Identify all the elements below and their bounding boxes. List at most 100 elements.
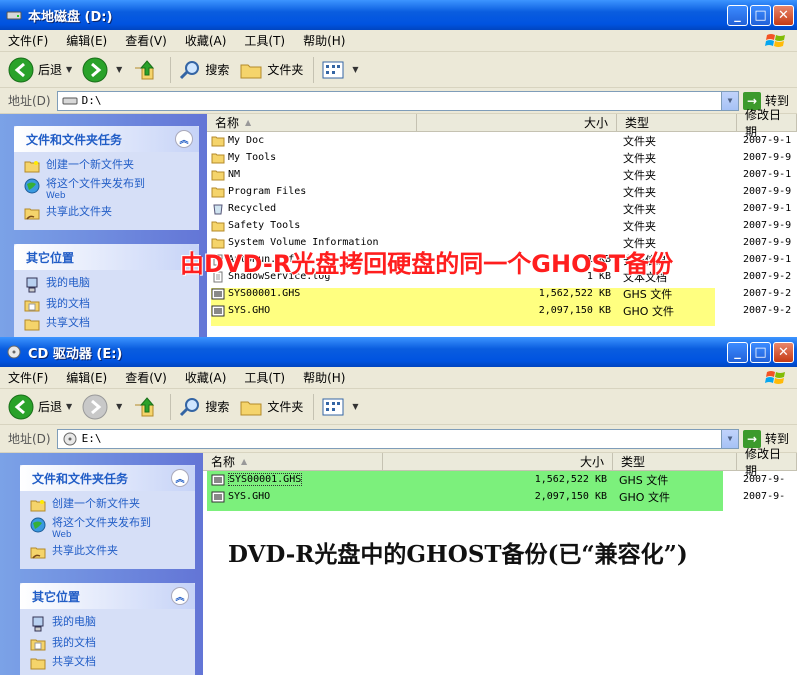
computer-icon	[32, 616, 44, 632]
column-date[interactable]: 修改日期	[737, 447, 797, 478]
column-date[interactable]: 修改日期	[737, 108, 797, 139]
forward-button[interactable]: ▼	[82, 57, 122, 83]
menu-tools[interactable]: 工具(T)	[244, 32, 285, 49]
address-dropdown-button[interactable]: ▼	[720, 91, 738, 110]
views-button[interactable]: ▼	[322, 60, 359, 80]
close-button[interactable]: ✕	[773, 341, 794, 363]
menu-help[interactable]: 帮助(H)	[303, 32, 345, 49]
place-my-documents[interactable]: 我的文档	[24, 297, 191, 312]
file-tasks-panel: 文件和文件夹任务 ︽ 创建一个新文件夹 将这个文件夹发布到 Web 共享此文件夹	[20, 465, 195, 569]
menu-file[interactable]: 文件(F)	[8, 369, 48, 386]
up-button[interactable]	[132, 395, 160, 419]
place-my-documents[interactable]: 我的文档	[30, 636, 187, 651]
file-row[interactable]: SYS.GHO 2,097,150 KB GHO 文件 2007-9-	[203, 488, 797, 505]
menu-edit[interactable]: 编辑(E)	[66, 369, 107, 386]
shared-folder-icon	[24, 208, 40, 220]
views-button[interactable]: ▼	[322, 397, 359, 417]
task-pane: 文件和文件夹任务 ︽ 创建一个新文件夹 将这个文件夹发布到Web 共享此文件夹	[0, 453, 203, 675]
content-area: 文件和文件夹任务 ︽ 创建一个新文件夹 将这个文件夹发布到Web 共享此文件夹	[0, 108, 797, 340]
other-places-header[interactable]: 其它位置	[14, 244, 199, 270]
task-label: 创建一个新文件夹	[52, 497, 140, 510]
search-icon	[180, 397, 200, 416]
other-places-header[interactable]: 其它位置 ︽	[20, 583, 195, 609]
shared-folder-icon	[30, 547, 46, 559]
address-value: D:\	[81, 94, 102, 107]
place-label: 我的电脑	[52, 615, 96, 628]
column-type-label: 类型	[621, 455, 646, 469]
window-title: 本地磁盘 (D:)	[28, 9, 113, 25]
address-input[interactable]: D:\ ▼	[56, 90, 739, 111]
file-type: 文件夹	[623, 219, 656, 233]
up-button[interactable]	[132, 58, 160, 82]
place-shared-documents[interactable]: 共享文档	[24, 316, 191, 331]
menu-view[interactable]: 查看(V)	[125, 32, 167, 49]
task-share-folder[interactable]: 共享此文件夹	[24, 205, 191, 220]
folder-icon	[24, 161, 40, 173]
file-row[interactable]: SYS.GHO 2,097,150 KB GHO 文件 2007-9-2	[207, 302, 797, 319]
task-publish-web[interactable]: 将这个文件夹发布到 Web	[30, 516, 187, 540]
file-type: 文件夹	[623, 202, 656, 216]
column-type[interactable]: 类型	[613, 453, 737, 470]
column-header: 名称 ▲ 大小 类型 修改日期	[203, 447, 797, 478]
back-button[interactable]: 后退 ▼	[8, 394, 72, 420]
menu-tools[interactable]: 工具(T)	[244, 369, 285, 386]
file-row[interactable]: Recycled 文件夹 2007-9-1	[207, 200, 797, 217]
file-row[interactable]: My Tools 文件夹 2007-9-9	[207, 149, 797, 166]
ghost-file-icon	[211, 288, 225, 299]
maximize-button[interactable]: □	[750, 341, 771, 363]
folders-icon	[240, 64, 262, 78]
address-input[interactable]: E:\ ▼	[56, 428, 739, 449]
menu-edit[interactable]: 编辑(E)	[66, 32, 107, 49]
file-row[interactable]: Program Files 文件夹 2007-9-9	[207, 183, 797, 200]
column-type[interactable]: 类型	[617, 114, 737, 131]
search-button[interactable]: 搜索	[179, 59, 229, 81]
maximize-button[interactable]: □	[750, 4, 771, 26]
menu-favorites[interactable]: 收藏(A)	[185, 32, 227, 49]
close-button[interactable]: ✕	[773, 4, 794, 26]
menu-file[interactable]: 文件(F)	[8, 32, 48, 49]
task-label: 共享此文件夹	[52, 544, 118, 557]
file-name: My Tools	[228, 152, 277, 163]
file-row[interactable]: SYS00001.GHS 1,562,522 KB GHS 文件 2007-9-2	[207, 285, 797, 302]
address-dropdown-button[interactable]: ▼	[720, 429, 738, 448]
file-date: 2007-9-1	[743, 135, 792, 146]
title-bar[interactable]: 本地磁盘 (D:) _ □ ✕	[0, 0, 797, 30]
address-bar: 地址(D) E:\ ▼ → 转到	[0, 425, 797, 453]
menu-help[interactable]: 帮助(H)	[303, 369, 345, 386]
file-tasks-header[interactable]: 文件和文件夹任务 ︽	[14, 126, 199, 152]
up-icon	[135, 396, 155, 416]
folders-button[interactable]: 文件夹	[239, 396, 303, 418]
menu-favorites[interactable]: 收藏(A)	[185, 369, 227, 386]
forward-button[interactable]: ▼	[82, 394, 122, 420]
file-row[interactable]: NM 文件夹 2007-9-1	[207, 166, 797, 183]
column-size[interactable]: 大小	[417, 114, 617, 131]
file-size: 1,562,522 KB	[538, 288, 611, 299]
file-row[interactable]: My Doc 文件夹 2007-9-1	[207, 132, 797, 149]
task-new-folder[interactable]: 创建一个新文件夹	[24, 158, 191, 173]
place-my-computer[interactable]: 我的电脑	[24, 276, 191, 293]
minimize-button[interactable]: _	[727, 4, 748, 26]
file-type: GHO 文件	[619, 490, 670, 504]
task-share-folder[interactable]: 共享此文件夹	[30, 544, 187, 559]
task-new-folder[interactable]: 创建一个新文件夹	[30, 497, 187, 512]
folders-button[interactable]: 文件夹	[239, 59, 303, 81]
collapse-icon[interactable]: ︽	[171, 469, 189, 487]
minimize-button[interactable]: _	[727, 341, 748, 363]
search-button[interactable]: 搜索	[179, 396, 229, 418]
title-bar[interactable]: CD 驱动器 (E:) _ □ ✕	[0, 337, 797, 367]
file-type: GHO 文件	[623, 304, 674, 318]
column-name[interactable]: 名称 ▲	[207, 114, 417, 131]
place-my-computer[interactable]: 我的电脑	[30, 615, 187, 632]
collapse-icon[interactable]: ︽	[175, 130, 193, 148]
file-row[interactable]: SYS00001.GHS 1,562,522 KB GHS 文件 2007-9-	[203, 471, 797, 488]
file-tasks-header[interactable]: 文件和文件夹任务 ︽	[20, 465, 195, 491]
column-size[interactable]: 大小	[383, 453, 613, 470]
back-button[interactable]: 后退 ▼	[8, 57, 72, 83]
column-name[interactable]: 名称 ▲	[203, 453, 383, 470]
task-publish-web[interactable]: 将这个文件夹发布到 Web	[24, 177, 191, 201]
menu-view[interactable]: 查看(V)	[125, 369, 167, 386]
task-label: 将这个文件夹发布到	[52, 516, 151, 529]
collapse-icon[interactable]: ︽	[171, 587, 189, 605]
file-row[interactable]: Safety Tools 文件夹 2007-9-9	[207, 217, 797, 234]
place-shared-documents[interactable]: 共享文档	[30, 655, 187, 670]
